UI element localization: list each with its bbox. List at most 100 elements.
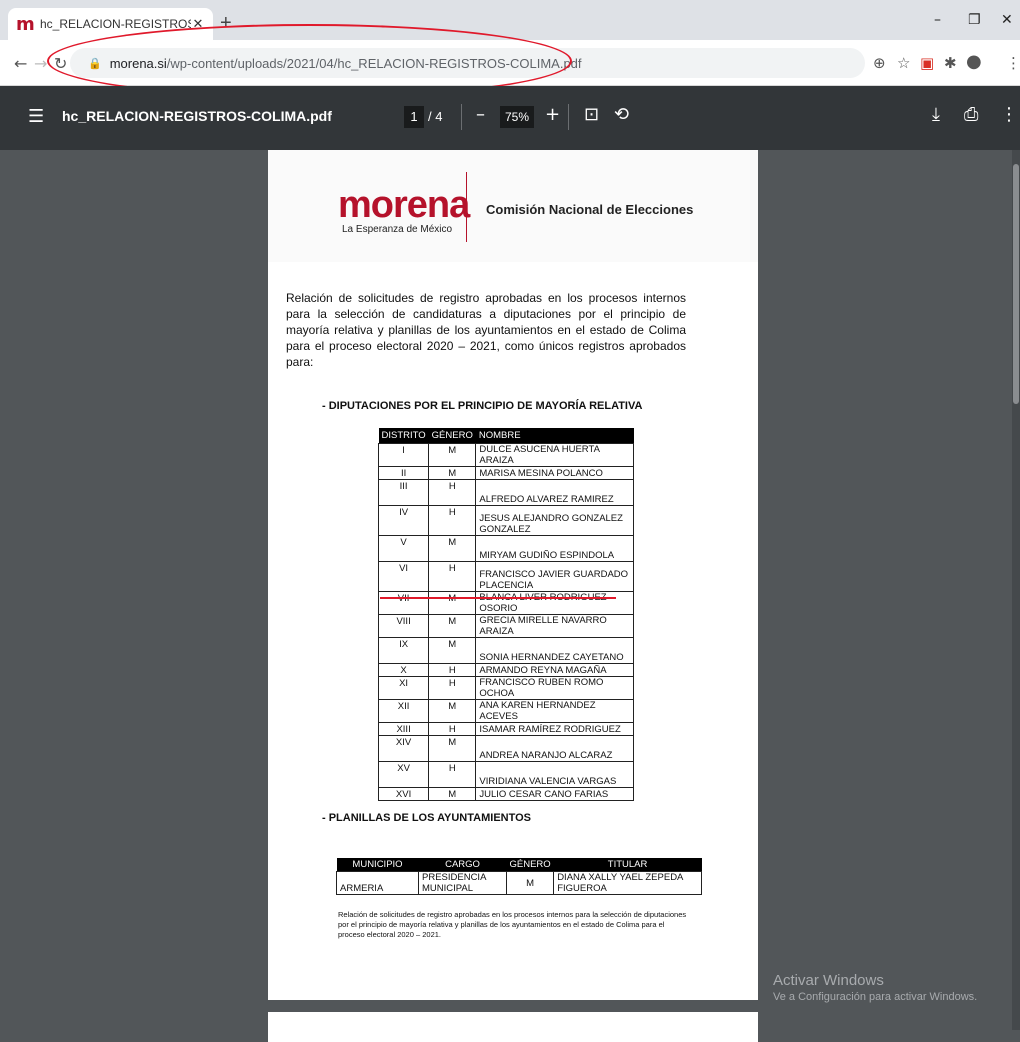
url-path: /wp-content/uploads/2021/04/hc_RELACION-…: [166, 55, 582, 71]
extensions-icon[interactable]: ✱: [944, 54, 957, 72]
morena-logo: morena: [338, 184, 470, 226]
distrito-cell: III: [377, 479, 430, 506]
diputaciones-table: DISTRITO GÉNERO NOMBRE I M DULCE ASUCENA H…: [377, 428, 634, 801]
close-tab-icon[interactable]: ✕: [191, 16, 205, 32]
distrito-cell: VIII: [377, 614, 430, 638]
zoom-out-button[interactable]: –: [476, 104, 485, 125]
distrito-cell: II: [377, 466, 430, 480]
genero-cell: H: [428, 722, 477, 736]
tab-strip: m hc_RELACION-REGISTROS-COLIMA.pdf ✕ + –…: [0, 0, 1020, 40]
nombre-cell: FRANCISCO RUBEN ROMO OCHOA: [475, 676, 634, 700]
col-header-cargo: CARGO: [418, 858, 507, 872]
page-total: / 4: [428, 109, 443, 124]
tab-title: hc_RELACION-REGISTROS-COLIMA.pdf: [40, 17, 191, 31]
nombre-cell: SONIA HERNANDEZ CAYETANO: [475, 637, 634, 664]
chrome-menu-icon[interactable]: ⋮: [1006, 54, 1020, 72]
letterhead-divider: [466, 172, 467, 242]
profile-icon[interactable]: ●: [966, 51, 982, 72]
distrito-cell: IX: [377, 637, 430, 664]
red-underline-annotation: [380, 597, 616, 599]
genero-cell: M: [428, 535, 477, 562]
pdf-more-icon[interactable]: ⋮: [1000, 104, 1018, 125]
zoom-in-button[interactable]: +: [545, 104, 560, 125]
forward-icon[interactable]: →: [34, 54, 47, 73]
zoom-icon[interactable]: ⊕: [873, 54, 886, 72]
table-row: XIII H ISAMAR RAMÍREZ RODRIGUEZ: [377, 722, 634, 736]
pdf-page-2: [268, 1012, 758, 1042]
menu-icon[interactable]: ☰: [28, 106, 44, 127]
scrollbar[interactable]: [1012, 150, 1020, 1030]
fit-page-icon[interactable]: ⊡: [584, 104, 599, 125]
browser-tab[interactable]: m hc_RELACION-REGISTROS-COLIMA.pdf ✕: [8, 8, 213, 40]
scrollbar-thumb[interactable]: [1013, 164, 1019, 404]
genero-cell: H: [428, 505, 477, 536]
url-input[interactable]: 🔒 morena.si /wp-content/uploads/2021/04/…: [70, 48, 865, 78]
table-row: ARMERIA PRESIDENCIA MUNICIPAL M DIANA XALLY…: [336, 871, 702, 895]
table-row: XVI M JULIO CESAR CANO FARIAS: [377, 787, 634, 801]
commission-name: Comisión Nacional de Elecciones: [486, 202, 694, 217]
genero-cell: M: [428, 735, 477, 762]
genero-cell: H: [428, 479, 477, 506]
distrito-cell: XII: [377, 699, 430, 723]
titular-cell: DIANA XALLY YAEL ZEPEDA FIGUEROA: [553, 871, 702, 895]
reload-icon[interactable]: ↻: [54, 54, 67, 73]
logo-slogan: La Esperanza de México: [342, 224, 453, 235]
nombre-cell: DULCE ASUCENA HUERTA ARAIZA: [475, 443, 634, 467]
watermark-subtitle: Ve a Configuración para activar Windows.: [773, 991, 978, 1003]
table-row: XII M ANA KAREN HERNANDEZ ACEVES: [377, 699, 634, 723]
municipio-cell: ARMERIA: [336, 871, 419, 895]
table-row: XIV M ANDREA NARANJO ALCARAZ: [377, 735, 634, 762]
watermark-title: Activar Windows: [773, 972, 884, 989]
print-icon[interactable]: ⎙: [964, 104, 978, 125]
new-tab-button[interactable]: +: [220, 13, 232, 33]
lock-icon: 🔒: [88, 56, 102, 70]
distrito-cell: XIV: [377, 735, 430, 762]
page-number-input[interactable]: 1: [404, 106, 424, 128]
nombre-cell: ALFREDO ALVAREZ RAMIREZ: [475, 479, 634, 506]
genero-cell: M: [428, 443, 477, 467]
distrito-cell: VI: [377, 561, 430, 592]
table-row: X H ARMANDO REYNA MAGAÑA: [377, 663, 634, 677]
genero-cell: H: [428, 676, 477, 700]
nombre-cell: MARISA MESINA POLANCO: [475, 466, 634, 480]
restore-icon[interactable]: ❐: [968, 12, 981, 28]
bookmark-star-icon[interactable]: ☆: [897, 54, 910, 72]
table-row: III H ALFREDO ALVAREZ RAMIREZ: [377, 479, 634, 506]
windows-activation-watermark: Activar Windows Ve a Configuración para …: [773, 972, 977, 1003]
window-close-icon[interactable]: ✕: [1001, 12, 1013, 28]
pdf-page: morena La Esperanza de México Comisión N…: [268, 150, 758, 1000]
morena-favicon-icon: m: [16, 13, 35, 35]
genero-cell: H: [428, 561, 477, 592]
table-row: I M DULCE ASUCENA HUERTA ARAIZA: [377, 443, 634, 467]
rotate-icon[interactable]: ⟲: [614, 104, 629, 125]
genero-cell: H: [428, 663, 477, 677]
download-icon[interactable]: ⤓: [932, 104, 940, 125]
distrito-cell: X: [377, 663, 430, 677]
zoom-level-input[interactable]: 75%: [500, 106, 534, 128]
nombre-cell: GRECIA MIRELLE NAVARRO ARAIZA: [475, 614, 634, 638]
table-row: IX M SONIA HERNANDEZ CAYETANO: [377, 637, 634, 664]
col-header-genero: GÉNERO: [428, 428, 476, 444]
distrito-cell: I: [377, 443, 430, 467]
nombre-cell: ARMANDO REYNA MAGAÑA: [475, 663, 634, 677]
nombre-cell: ANDREA NARANJO ALCARAZ: [475, 735, 634, 762]
distrito-cell: XV: [377, 761, 430, 788]
genero-cell: M: [505, 871, 555, 895]
genero-cell: M: [428, 637, 477, 664]
distrito-cell: V: [377, 535, 430, 562]
back-icon[interactable]: ←: [14, 54, 27, 73]
pdf-extension-icon[interactable]: ▣: [920, 54, 934, 72]
minimize-icon[interactable]: –: [934, 12, 941, 28]
col-header-genero: GÉNERO: [506, 858, 554, 872]
nombre-cell: VIRIDIANA VALENCIA VARGAS: [475, 761, 634, 788]
section-planillas-heading: - PLANILLAS DE LOS AYUNTAMIENTOS: [322, 812, 532, 824]
table-row: IV H JESUS ALEJANDRO GONZALEZ GONZALEZ: [377, 505, 634, 536]
nombre-cell: BLANCA LIVER RODRIGUEZ OSORIO: [475, 591, 634, 615]
section-diputaciones-heading: - DIPUTACIONES POR EL PRINCIPIO DE MAYOR…: [322, 400, 643, 412]
table-row: XV H VIRIDIANA VALENCIA VARGAS: [377, 761, 634, 788]
nombre-cell: JESUS ALEJANDRO GONZALEZ GONZALEZ: [475, 505, 634, 536]
genero-cell: M: [428, 466, 477, 480]
distrito-cell: XVI: [377, 787, 430, 801]
table-row: II M MARISA MESINA POLANCO: [377, 466, 634, 480]
table-row: VIIMBLANCA LIVER RODRIGUEZ OSORIO: [377, 591, 634, 615]
